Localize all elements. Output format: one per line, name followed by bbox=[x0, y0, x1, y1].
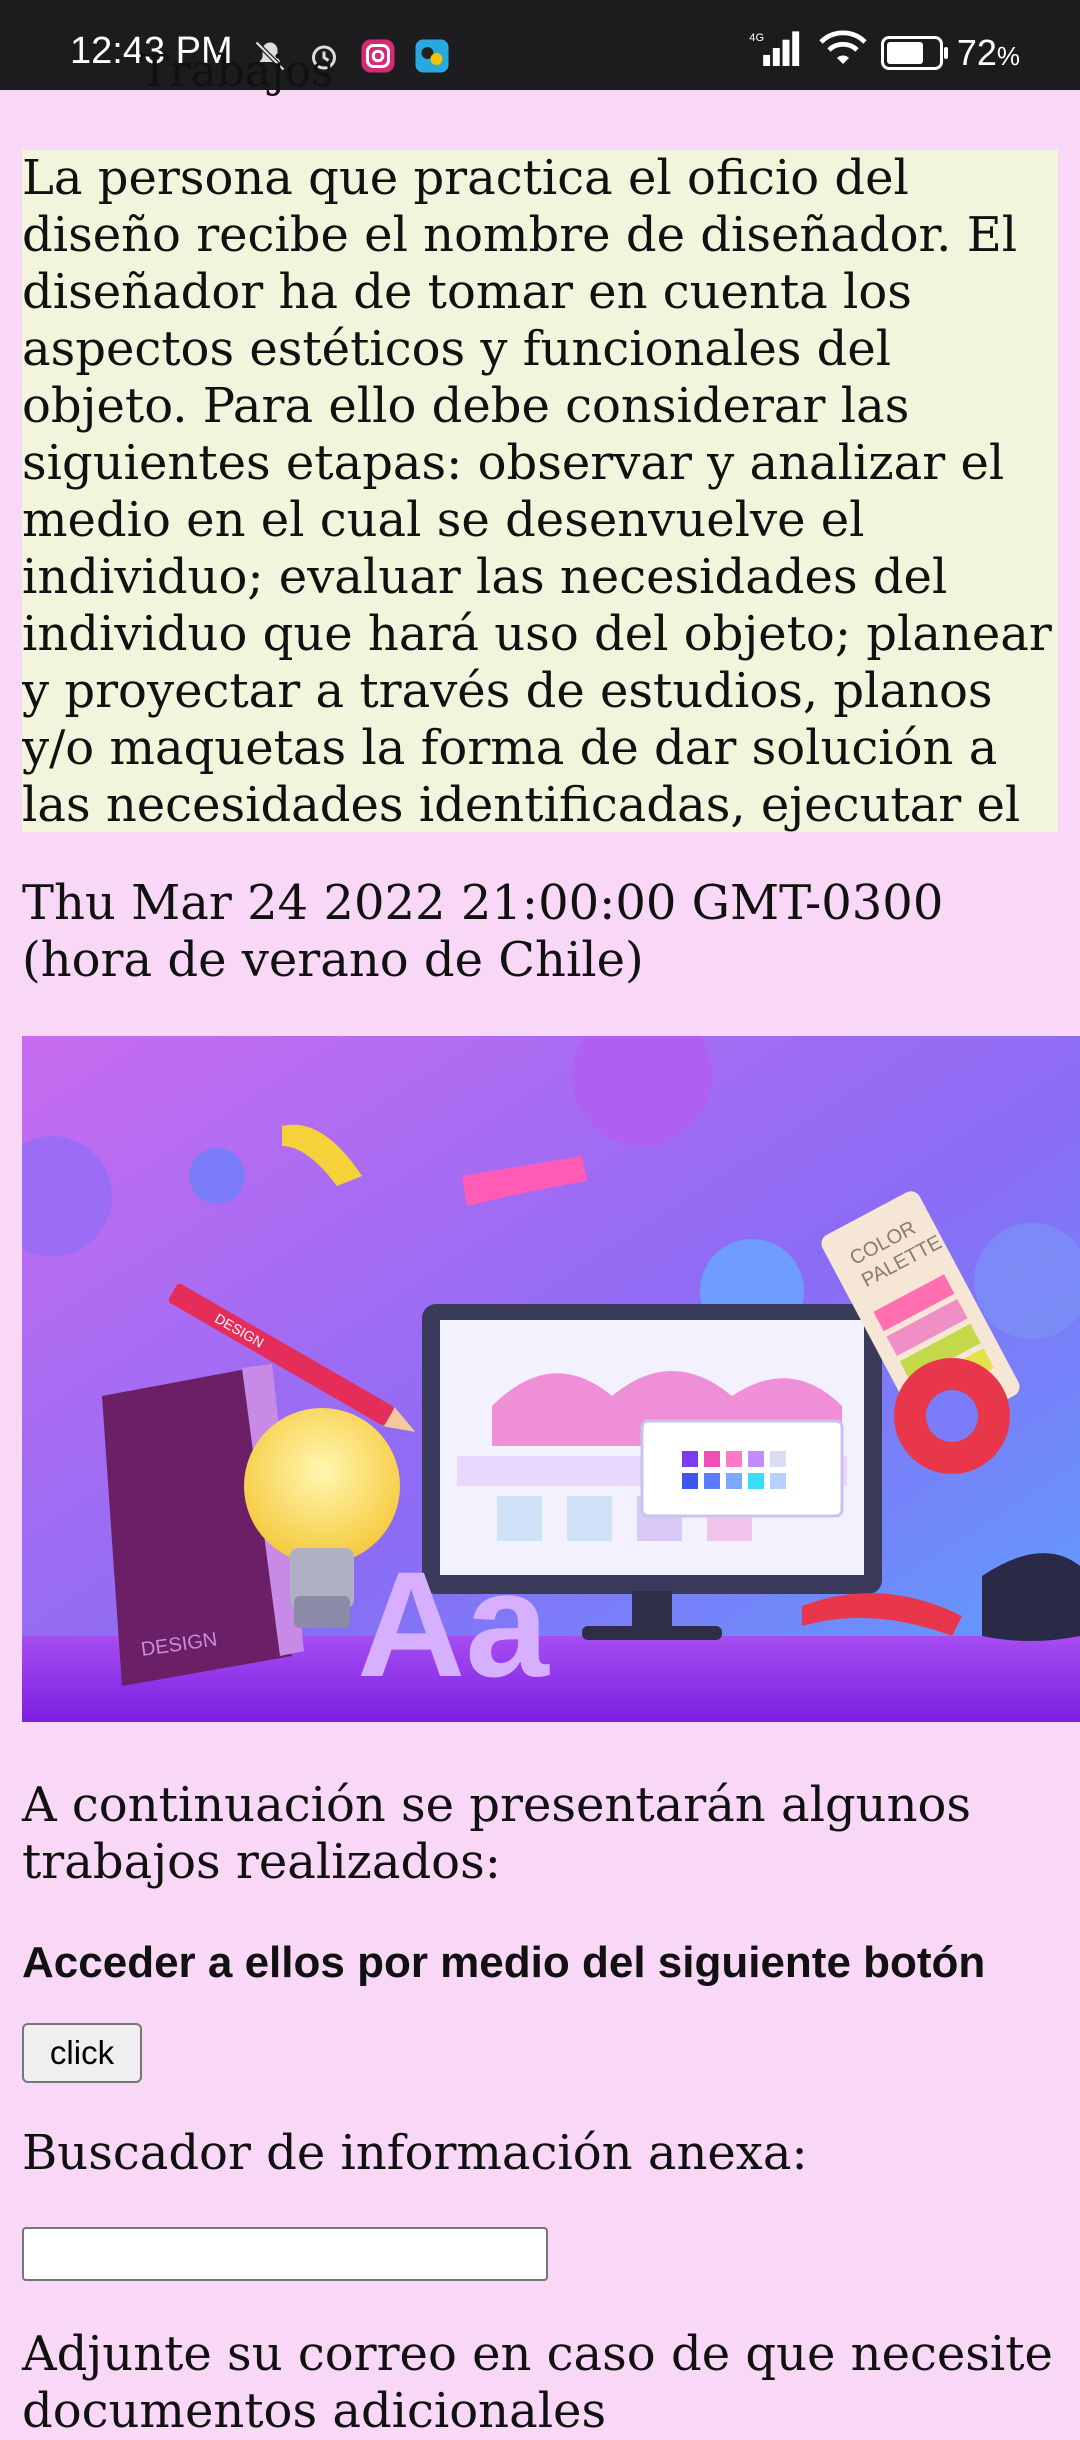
hero-letters: Aa bbox=[357, 1540, 550, 1708]
search-label: Buscador de información anexa: bbox=[22, 2125, 808, 2181]
search-input[interactable] bbox=[22, 2227, 548, 2281]
date-text: Thu Mar 24 2022 21:00:00 GMT-0300 (hora … bbox=[22, 875, 944, 988]
system-indicators: 4G 72% bbox=[749, 30, 1020, 75]
access-instruction: Acceder a ellos por medio del siguiente … bbox=[22, 1938, 986, 1987]
wifi-icon bbox=[819, 30, 867, 75]
network-type-label: 4G bbox=[749, 32, 764, 44]
battery-percent: 72% bbox=[956, 31, 1020, 73]
design-illustration: DESIGN DESIGN Aa COLOR PALETTE bbox=[22, 1036, 1080, 1722]
email-request-text: Adjunte su correo en caso de que necesit… bbox=[22, 2326, 1053, 2439]
click-button[interactable]: click bbox=[22, 2023, 142, 2083]
intro-paragraph: La persona que practica el oficio del di… bbox=[22, 150, 1058, 832]
section-heading: Trabajos bbox=[140, 46, 334, 97]
battery-icon bbox=[880, 35, 948, 70]
signal-icon: 4G bbox=[749, 30, 805, 75]
instagram-icon bbox=[358, 36, 398, 76]
works-intro-text: A continuación se presentarán algunos tr… bbox=[22, 1777, 972, 1890]
game-app-icon bbox=[412, 36, 452, 76]
